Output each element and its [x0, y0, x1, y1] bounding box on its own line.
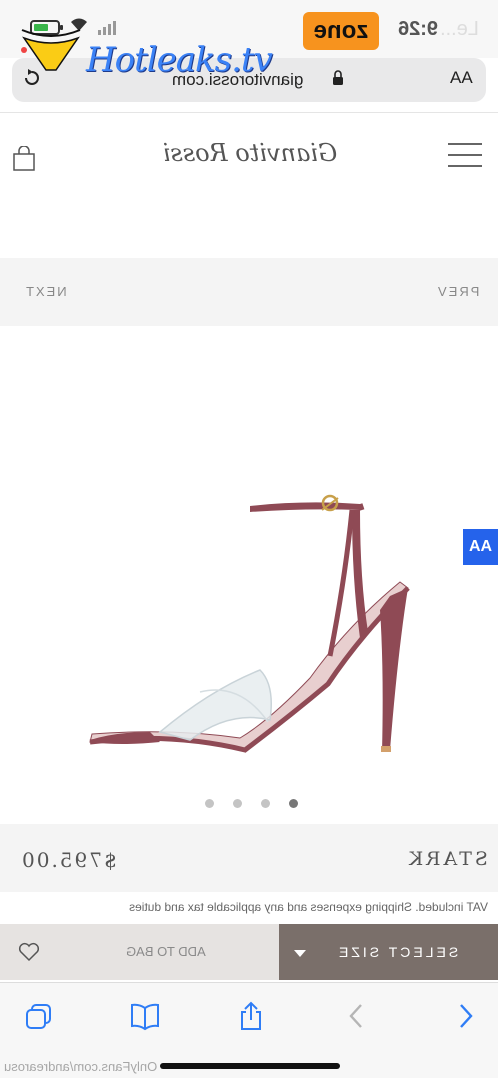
watermark: Hotleaks.tv	[16, 20, 273, 90]
gallery-dot[interactable]	[261, 799, 270, 808]
status-carrier: Le...	[440, 18, 479, 40]
gallery-dot[interactable]	[205, 799, 214, 808]
menu-icon[interactable]	[448, 143, 482, 167]
lock-icon	[333, 70, 343, 85]
back-icon[interactable]	[342, 1001, 372, 1031]
vat-note: VAT included. Shipping expenses and any …	[129, 900, 488, 914]
product-name: STARK	[406, 848, 488, 870]
gallery-dots	[205, 799, 298, 808]
site-header: Gianvito Rossi	[0, 112, 498, 198]
tabs-icon[interactable]	[24, 1001, 54, 1031]
product-pager: NEXT PREV	[0, 258, 498, 326]
forward-icon[interactable]	[450, 1001, 480, 1031]
accessibility-button[interactable]: AA	[463, 529, 498, 565]
share-icon[interactable]	[236, 1001, 266, 1031]
gallery-dot[interactable]	[289, 799, 298, 808]
prev-link[interactable]: PREV	[436, 284, 479, 299]
product-info: $795.00 STARK	[0, 824, 498, 892]
next-link[interactable]: NEXT	[24, 284, 67, 299]
gallery-dot[interactable]	[233, 799, 242, 808]
footer-watermark: OnlyFans.com/andrearosu	[4, 1059, 158, 1074]
shopping-bag-icon[interactable]	[12, 146, 36, 172]
add-to-bag-label[interactable]: ADD TO BAG	[126, 944, 206, 959]
chevron-down-icon	[294, 950, 306, 957]
text-size-button[interactable]: AA	[450, 68, 473, 88]
bookmarks-icon[interactable]	[130, 1001, 160, 1031]
home-indicator	[160, 1063, 340, 1069]
brand-logo[interactable]: Gianvito Rossi	[150, 139, 350, 167]
product-price: $795.00	[20, 848, 117, 872]
product-image[interactable]	[60, 470, 440, 770]
browser-toolbar: OnlyFans.com/andrearosu	[0, 982, 498, 1078]
add-to-bag-button[interactable]: ADD TO BAG	[0, 924, 279, 980]
watermark-logo-icon	[21, 29, 81, 71]
select-size-button[interactable]: SELECT SIZE	[279, 924, 498, 980]
select-size-label[interactable]: SELECT SIZE	[336, 944, 458, 960]
product-actions: ADD TO BAG SELECT SIZE	[0, 924, 498, 980]
zone-badge: zone	[303, 12, 379, 50]
watermark-text: Hotleaks.tv	[86, 40, 273, 80]
heart-icon[interactable]	[18, 942, 40, 962]
status-time: 9:26	[398, 18, 439, 40]
